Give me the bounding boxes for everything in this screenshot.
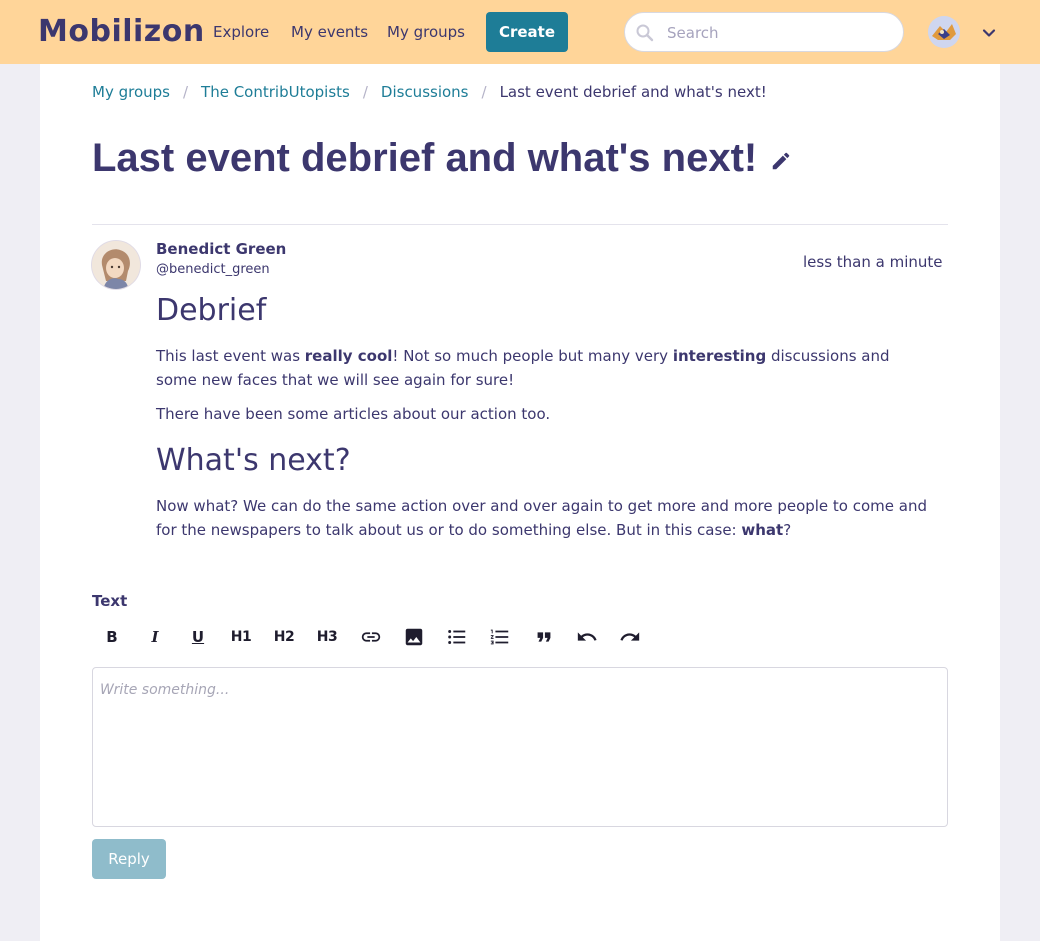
editor-placeholder: Write something... [100,682,230,698]
user-avatar[interactable] [928,16,960,48]
breadcrumb-discussions[interactable]: Discussions [381,83,469,101]
reply-button[interactable]: Reply [92,839,166,879]
breadcrumb-separator: / [182,83,189,101]
nav-my-groups[interactable]: My groups [387,22,465,42]
editor-label: Text [92,592,128,610]
bold-icon: B [106,628,118,646]
comment-heading-whats-next: What's next? [156,443,351,478]
numbered-list-icon [490,629,509,645]
underline-button[interactable]: U [184,623,212,651]
nav-explore[interactable]: Explore [213,22,269,42]
comment-timestamp: less than a minute [803,253,943,271]
numbered-list-button[interactable] [486,623,514,651]
main-content: My groups / The ContribUtopists / Discussion… [40,64,1000,941]
search-box [624,12,904,52]
breadcrumb-current: Last event debrief and what's next! [499,83,767,101]
comment-paragraph: There have been some articles about our … [156,405,551,423]
search-input[interactable] [665,21,889,45]
pencil-edit-icon[interactable] [770,150,792,172]
heading1-label: H1 [230,629,252,645]
image-icon [405,628,423,646]
nav-my-events[interactable]: My events [291,22,368,42]
divider [92,224,948,225]
chevron-down-icon[interactable] [980,24,998,42]
heading2-label: H2 [273,629,295,645]
breadcrumb: My groups / The ContribUtopists / Discussion… [92,82,767,102]
undo-button[interactable] [573,623,601,651]
breadcrumb-separator: / [481,83,487,101]
reply-editor[interactable]: Write something... [92,667,948,827]
bullet-list-icon [448,630,466,644]
redo-icon [620,632,640,641]
link-button[interactable] [357,623,385,651]
comment-author-name[interactable]: Benedict Green [156,239,286,259]
create-button[interactable]: Create [486,12,568,52]
quote-icon [537,632,551,642]
comment-author-avatar[interactable] [92,241,140,289]
bullet-list-button[interactable] [443,623,471,651]
discussion-title: Last event debrief and what's next! [92,136,758,180]
image-button[interactable] [400,623,428,651]
link-icon [361,632,381,642]
comment-author-handle: @benedict_green [156,262,270,277]
search-icon [636,24,654,42]
comment-paragraph: Now what? We can do the same action over… [156,497,928,539]
breadcrumb-separator: / [362,83,368,101]
mobilizon-logo[interactable]: Mobilizon [38,13,205,51]
heading2-button[interactable]: H2 [270,623,298,651]
quote-button[interactable] [530,623,558,651]
top-navbar: Mobilizon Explore My events My groups Cr… [0,0,1040,64]
underline-icon: U [191,628,205,646]
redo-button[interactable] [616,623,644,651]
heading3-button[interactable]: H3 [313,623,341,651]
italic-icon: I [151,628,159,646]
heading1-button[interactable]: H1 [227,623,255,651]
breadcrumb-group[interactable]: The ContribUtopists [201,83,350,101]
comment-heading-debrief: Debrief [156,293,267,328]
breadcrumb-my-groups[interactable]: My groups [92,83,170,101]
undo-icon [577,632,597,641]
heading3-label: H3 [316,629,338,645]
italic-button[interactable]: I [141,623,169,651]
bold-button[interactable]: B [98,623,126,651]
comment-paragraph: This last event was really cool! Not so … [156,347,890,389]
